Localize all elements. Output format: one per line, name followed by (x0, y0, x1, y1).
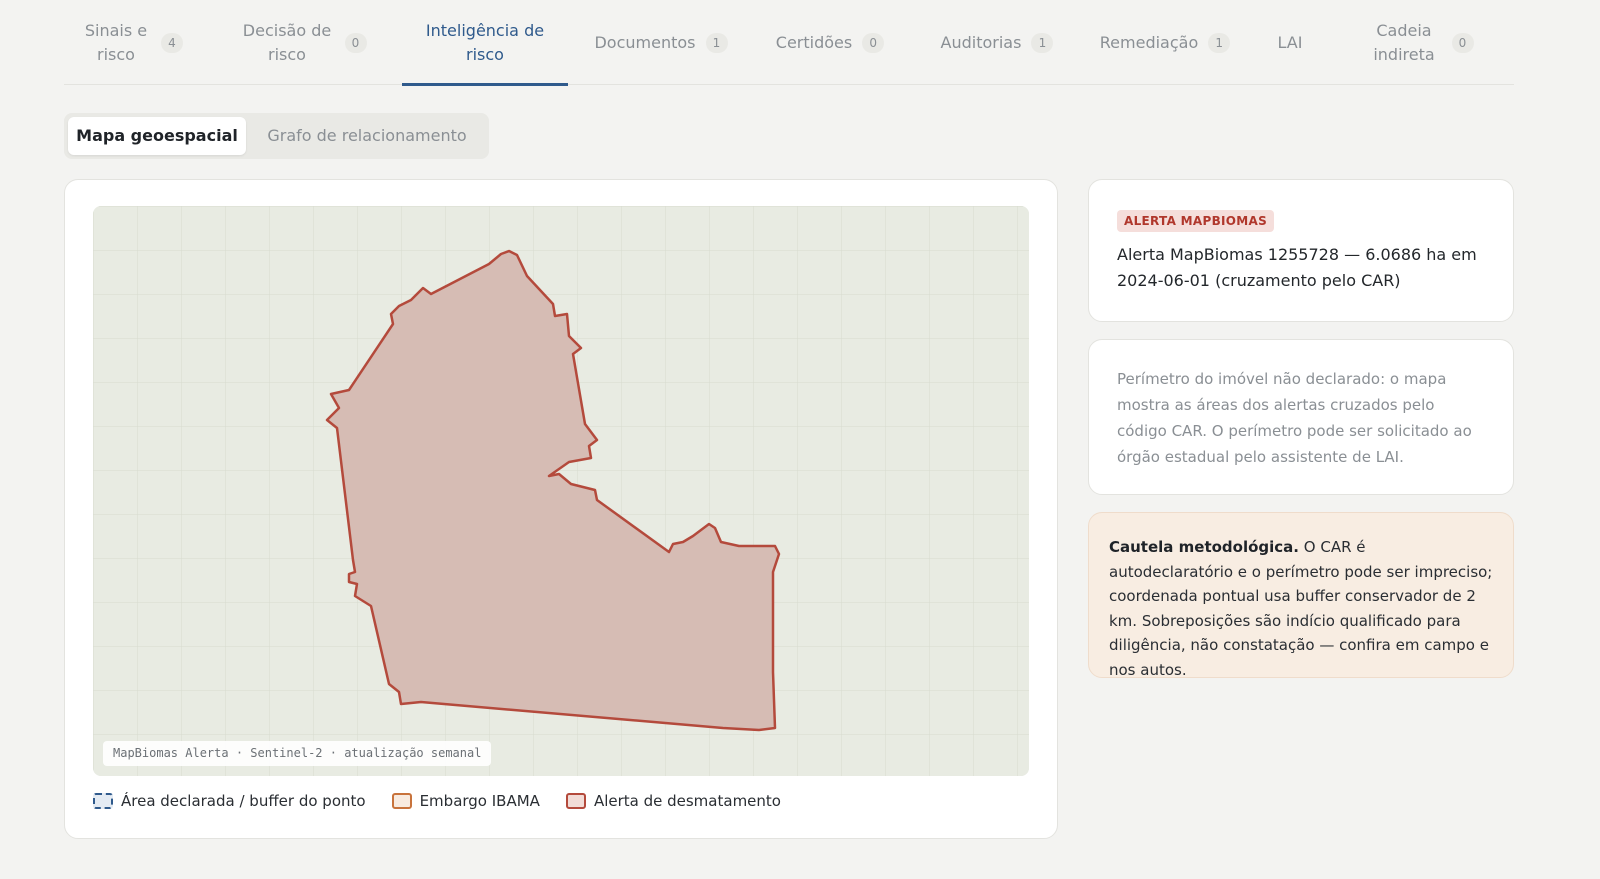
tab-label: Inteligência de risco (425, 20, 545, 64)
tab-inteligencia-de-risco[interactable]: Inteligência de risco (402, 0, 568, 86)
legend-label: Alerta de desmatamento (593, 792, 781, 810)
tab-label: Decisão de risco (242, 20, 332, 64)
tab-label: Certidões (775, 32, 853, 52)
tab-bar: Sinais e risco 4 Decisão de risco 0 Inte… (64, 0, 1514, 86)
legend-label: Embargo IBAMA (419, 792, 540, 810)
embargo-swatch (391, 793, 412, 809)
map-card: MapBiomas Alerta · Sentinel-2 · atualiza… (64, 179, 1058, 839)
tab-label: LAI (1277, 32, 1303, 52)
tab-auditorias[interactable]: Auditorias 1 (929, 0, 1065, 85)
tab-label: Remediação (1099, 32, 1199, 52)
tab-lai[interactable]: LAI (1268, 0, 1312, 85)
tab-label: Documentos (594, 32, 696, 52)
count-badge: 1 (1031, 32, 1054, 53)
tab-label: Auditorias (940, 32, 1022, 52)
perimeter-note-card: Perímetro do imóvel não declarado: o map… (1088, 339, 1514, 495)
caution-note: Cautela metodológica. O CAR é autodeclar… (1109, 535, 1493, 682)
tab-sinais-e-risco[interactable]: Sinais e risco 4 (64, 0, 200, 85)
alert-swatch (565, 793, 586, 809)
map-canvas (93, 206, 1029, 776)
geospatial-map[interactable]: MapBiomas Alerta · Sentinel-2 · atualiza… (93, 206, 1029, 776)
caution-title: Cautela metodológica. (1109, 538, 1299, 556)
tab-label: Cadeia indireta (1373, 20, 1435, 64)
alert-description: Alerta MapBiomas 1255728 — 6.0686 ha em … (1117, 245, 1477, 290)
alert-badge: ALERTA MAPBIOMAS (1117, 210, 1275, 232)
graph-view-button[interactable]: Grafo de relacionamento (250, 117, 484, 155)
legend-item-declared: Área declarada / buffer do ponto (93, 792, 366, 810)
count-badge: 1 (1208, 32, 1231, 53)
perimeter-note: Perímetro do imóvel não declarado: o map… (1117, 370, 1472, 466)
legend-item-embargo: Embargo IBAMA (391, 792, 540, 810)
caution-body: O CAR é autodeclaratório e o perímetro p… (1109, 538, 1493, 679)
tab-documentos[interactable]: Documentos 1 (586, 0, 736, 85)
caution-card: Cautela metodológica. O CAR é autodeclar… (1088, 512, 1514, 679)
count-badge: 0 (862, 32, 885, 53)
count-badge: 0 (1451, 32, 1474, 53)
tab-decisao-de-risco[interactable]: Decisão de risco 0 (230, 0, 376, 85)
alert-card: ALERTA MAPBIOMAS Alerta MapBiomas 125572… (1088, 179, 1514, 322)
map-view-button[interactable]: Mapa geoespacial (68, 117, 246, 155)
map-attribution: MapBiomas Alerta · Sentinel-2 · atualiza… (103, 741, 492, 766)
tab-cadeia-indireta[interactable]: Cadeia indireta 0 (1346, 0, 1494, 85)
tab-remediacao[interactable]: Remediação 1 (1092, 0, 1238, 85)
tab-certidoes[interactable]: Certidões 0 (764, 0, 896, 85)
count-badge: 0 (344, 32, 367, 53)
count-badge: 4 (161, 32, 183, 53)
legend-item-alert: Alerta de desmatamento (565, 792, 781, 810)
legend-label: Área declarada / buffer do ponto (121, 792, 366, 810)
declared-area-swatch (93, 793, 113, 809)
tab-label: Sinais e risco (84, 20, 148, 64)
count-badge: 1 (705, 32, 728, 53)
map-legend: Área declarada / buffer do ponto Embargo… (93, 789, 781, 813)
view-toggle: Mapa geoespacial Grafo de relacionamento (64, 113, 489, 159)
